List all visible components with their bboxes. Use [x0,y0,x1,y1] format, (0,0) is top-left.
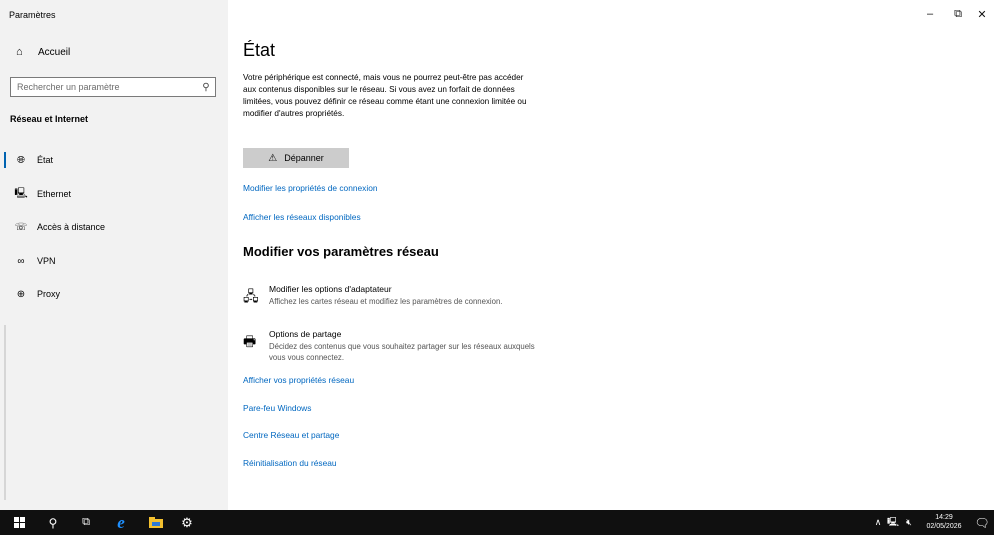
globe-icon: 🌐︎ [17,154,25,166]
sidebar-item-label: VPN [37,256,56,266]
home-label: Accueil [38,46,71,58]
network-icon[interactable]: 🖳︎ [886,510,900,535]
adapter-icon: 🖧︎ [243,288,259,304]
home-link[interactable]: ⌂ Accueil [16,46,70,58]
search-icon[interactable]: ⚲ [197,82,215,93]
sidebar-item-proxy[interactable]: ⊕ Proxy [0,280,228,308]
vpn-icon: ∞ [17,255,25,267]
sidebar-item-vpn[interactable]: ∞ VPN [0,247,228,275]
sidebar: Paramètres ⌂ Accueil ⚲ Réseau et Interne… [0,0,228,510]
sidebar-item-ethernet[interactable]: 🖳︎ Ethernet [0,180,228,208]
sharing-options-item[interactable]: 🖶︎ Options de partage Décidez des conten… [243,329,563,365]
clock-date: 02/05/2026 [926,523,962,530]
taskbar: ⚲ ⧉ e ⚙ ∧ 🖳︎ 🔇︎ 14:29 02/05/2026 🗨︎ [0,510,994,535]
dialup-icon: ☏ [14,221,28,233]
sidebar-item-acces-distance[interactable]: ☏ Accès à distance [0,213,228,241]
troubleshoot-label: Dépanner [284,153,324,163]
start-button[interactable] [10,510,28,535]
sidebar-item-label: État [37,155,54,165]
file-explorer-icon[interactable] [147,510,165,535]
network-properties-link[interactable]: Afficher vos propriétés réseau [243,375,354,385]
sidebar-item-label: Proxy [37,289,61,299]
task-view-icon[interactable]: ⧉ [77,510,95,535]
clock-time: 14:29 [935,514,953,521]
connection-properties-link[interactable]: Modifier les propriétés de connexion [243,183,378,193]
option-description: Décidez des contenus que vous souhaitez … [269,342,535,362]
page-title: État [243,40,276,60]
volume-muted-icon[interactable]: 🔇︎ [902,510,916,535]
ethernet-icon: 🖳︎ [14,187,28,199]
active-indicator [4,152,6,168]
section-heading: Réseau et Internet [10,114,89,124]
globe-icon: ⊕ [16,288,26,300]
sidebar-item-label: Accès à distance [37,222,106,232]
search-input[interactable] [11,82,197,92]
network-sharing-center-link[interactable]: Centre Réseau et partage [243,430,339,440]
chevron-up-icon[interactable]: ∧ [872,510,884,535]
option-title: Modifier les options d'adaptateur [269,284,392,294]
network-reset-link[interactable]: Réinitialisation du réseau [243,458,337,468]
windows-firewall-link[interactable]: Pare-feu Windows [243,403,311,413]
option-description: Affichez les cartes réseau et modifiez l… [269,297,503,306]
option-title: Options de partage [269,329,342,339]
adapter-options-item[interactable]: 🖧︎ Modifier les options d'adaptateur Aff… [243,284,563,314]
minimize-button[interactable]: – [922,8,938,20]
close-button[interactable]: ✕ [974,8,990,21]
maximize-button[interactable]: ⧉ [950,8,966,21]
sidebar-item-etat[interactable]: 🌐︎ État [0,146,228,174]
settings-window: Paramètres ⌂ Accueil ⚲ Réseau et Interne… [0,0,994,535]
clock[interactable]: 14:29 02/05/2026 [918,513,970,531]
notification-icon[interactable]: 🗨︎ [974,510,990,535]
status-description: Votre périphérique est connecté, mais vo… [243,73,527,118]
warning-icon: ⚠ [268,152,278,164]
windows-icon [13,517,25,528]
internet-explorer-icon[interactable]: e [110,510,132,535]
sharing-icon: 🖶︎ [243,333,257,349]
troubleshoot-button[interactable]: ⚠ Dépanner [243,148,349,168]
search-icon[interactable]: ⚲ [44,510,62,535]
sidebar-scrollbar[interactable] [4,325,6,500]
search-box[interactable]: ⚲ [10,77,216,97]
sidebar-item-label: Ethernet [37,189,72,199]
available-networks-link[interactable]: Afficher les réseaux disponibles [243,212,361,222]
section-subheading: Modifier vos paramètres réseau [243,244,439,259]
window-title: Paramètres [9,10,56,20]
home-icon: ⌂ [16,46,23,58]
settings-gear-icon[interactable]: ⚙ [178,510,196,535]
